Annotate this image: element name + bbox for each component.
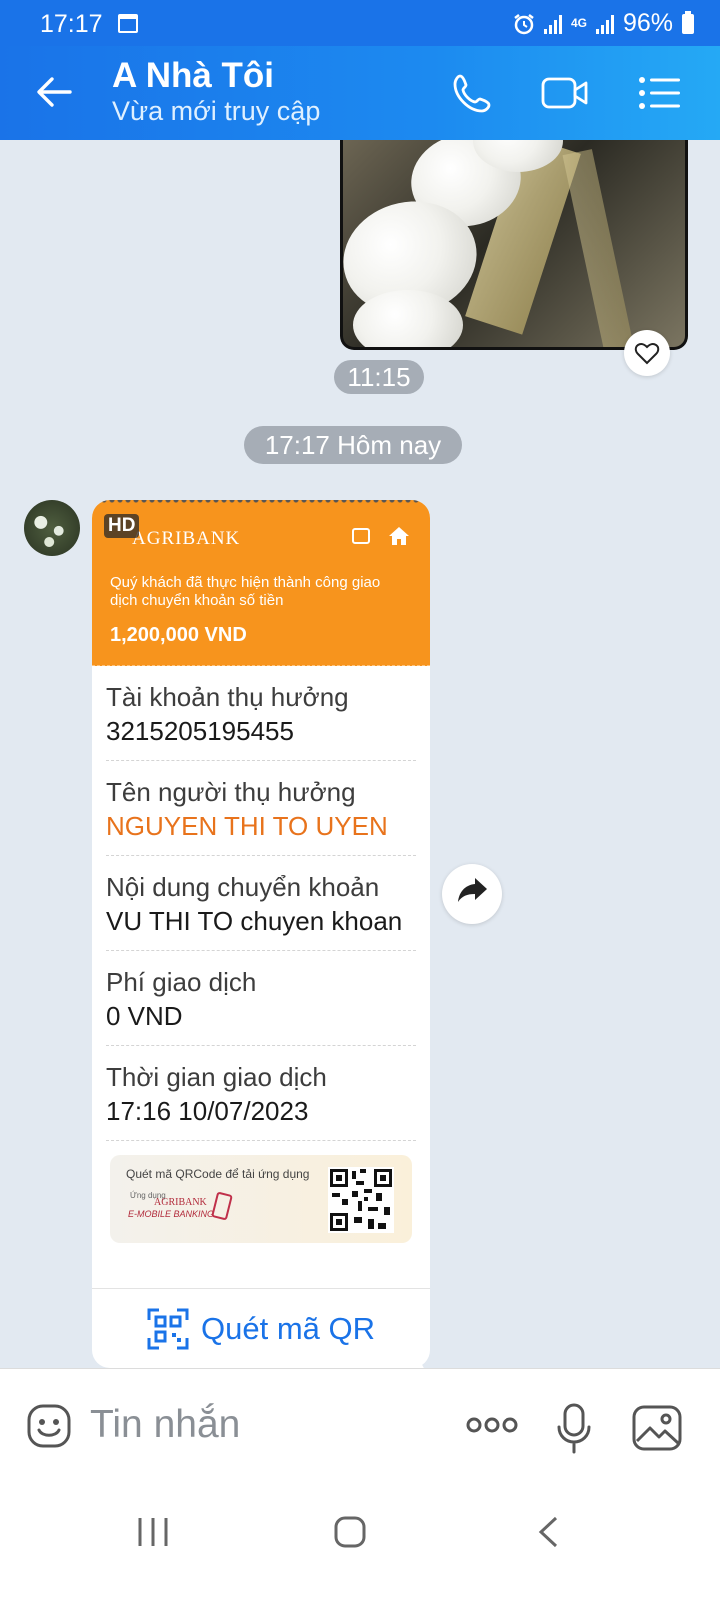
recent-apps-icon[interactable]	[136, 1516, 170, 1548]
calendar-icon	[118, 14, 138, 33]
status-time: 17:17	[40, 10, 103, 38]
field-label: Phí giao dịch	[106, 967, 257, 997]
home-button-icon[interactable]	[334, 1516, 366, 1548]
menu-list-icon[interactable]	[636, 70, 684, 116]
sticker-emoji-icon[interactable]	[26, 1403, 72, 1449]
react-button[interactable]	[624, 330, 670, 376]
transfer-amount: 1,200,000 VND	[110, 624, 247, 646]
bank-name: AGRIBANK	[132, 528, 241, 549]
field-label: Tên người thụ hưởng	[106, 777, 356, 807]
field-row: Tài khoản thụ hưởng 3215205195455	[106, 666, 416, 761]
back-arrow-icon[interactable]	[34, 72, 74, 112]
receipt-message[interactable]: AGRIBANK HD Quý khách đã thực hiện thành…	[92, 500, 430, 1368]
hd-badge: HD	[104, 514, 140, 538]
promo-text: Quét mã QRCode để tải ứng dụng	[126, 1167, 310, 1181]
image-icon	[352, 528, 370, 544]
gallery-image-icon[interactable]	[632, 1405, 682, 1451]
scan-qr-label: Quét mã QR	[201, 1310, 375, 1346]
contact-name[interactable]: A Nhà Tôi	[112, 56, 274, 96]
promo-bank: AGRIBANK	[154, 1197, 207, 1208]
alarm-icon	[514, 13, 534, 34]
avatar[interactable]	[24, 500, 80, 556]
network-type: 4G	[570, 16, 587, 30]
share-forward-icon	[458, 878, 487, 902]
receipt-header: AGRIBANK HD Quý khách đã thực hiện thành…	[92, 500, 430, 666]
presence-status: Vừa mới truy cập	[112, 96, 321, 126]
field-row: Phí giao dịch 0 VND	[106, 951, 416, 1046]
forward-button[interactable]	[442, 864, 502, 924]
home-icon	[389, 527, 409, 545]
chat-header: A Nhà Tôi Vừa mới truy cập	[0, 46, 720, 140]
qr-code-icon	[328, 1167, 394, 1233]
signal-icon-2	[595, 14, 614, 34]
scan-qr-button[interactable]: Quét mã QR	[92, 1288, 430, 1368]
success-notice: Quý khách đã thực hiện thành công giao d…	[110, 574, 381, 609]
field-value: VU THI TO chuyen khoan	[106, 906, 403, 936]
video-call-icon[interactable]	[540, 70, 590, 116]
field-value: 17:16 10/07/2023	[106, 1096, 309, 1126]
heart-icon	[634, 342, 660, 365]
field-label: Thời gian giao dịch	[106, 1062, 327, 1092]
field-label: Nội dung chuyển khoản	[106, 872, 380, 902]
phone-icon	[211, 1191, 233, 1221]
day-divider: 17:17 Hôm nay	[244, 426, 462, 464]
system-navigation-bar	[0, 1480, 720, 1600]
phone-call-icon[interactable]	[450, 70, 496, 116]
qr-scan-icon	[147, 1308, 189, 1349]
status-bar: 17:17 4G 96%	[0, 0, 720, 46]
battery-icon	[682, 10, 694, 34]
more-options-icon[interactable]	[466, 1415, 518, 1435]
app-download-banner[interactable]: Quét mã QRCode để tải ứng dụng Ứng dụng …	[110, 1155, 412, 1243]
field-row: Thời gian giao dịch 17:16 10/07/2023	[106, 1046, 416, 1141]
field-value: NGUYEN THI TO UYEN	[106, 811, 388, 841]
field-value: 0 VND	[106, 1001, 183, 1031]
field-row: Nội dung chuyển khoản VU THI TO chuyen k…	[106, 856, 416, 951]
battery-percent: 96%	[622, 9, 673, 37]
message-composer	[0, 1368, 720, 1480]
microphone-icon[interactable]	[556, 1403, 592, 1455]
photo-message[interactable]	[340, 140, 688, 350]
field-row: Tên người thụ hưởng NGUYEN THI TO UYEN	[106, 761, 416, 856]
message-input[interactable]	[90, 1395, 430, 1455]
promo-app-name: E-MOBILE BANKING	[128, 1209, 215, 1219]
field-value: 3215205195455	[106, 716, 294, 746]
back-nav-icon[interactable]	[536, 1516, 560, 1548]
signal-icon	[543, 14, 562, 34]
field-label: Tài khoản thụ hưởng	[106, 682, 349, 712]
status-icons: 4G 96%	[513, 9, 694, 38]
message-time: 11:15	[334, 360, 424, 394]
